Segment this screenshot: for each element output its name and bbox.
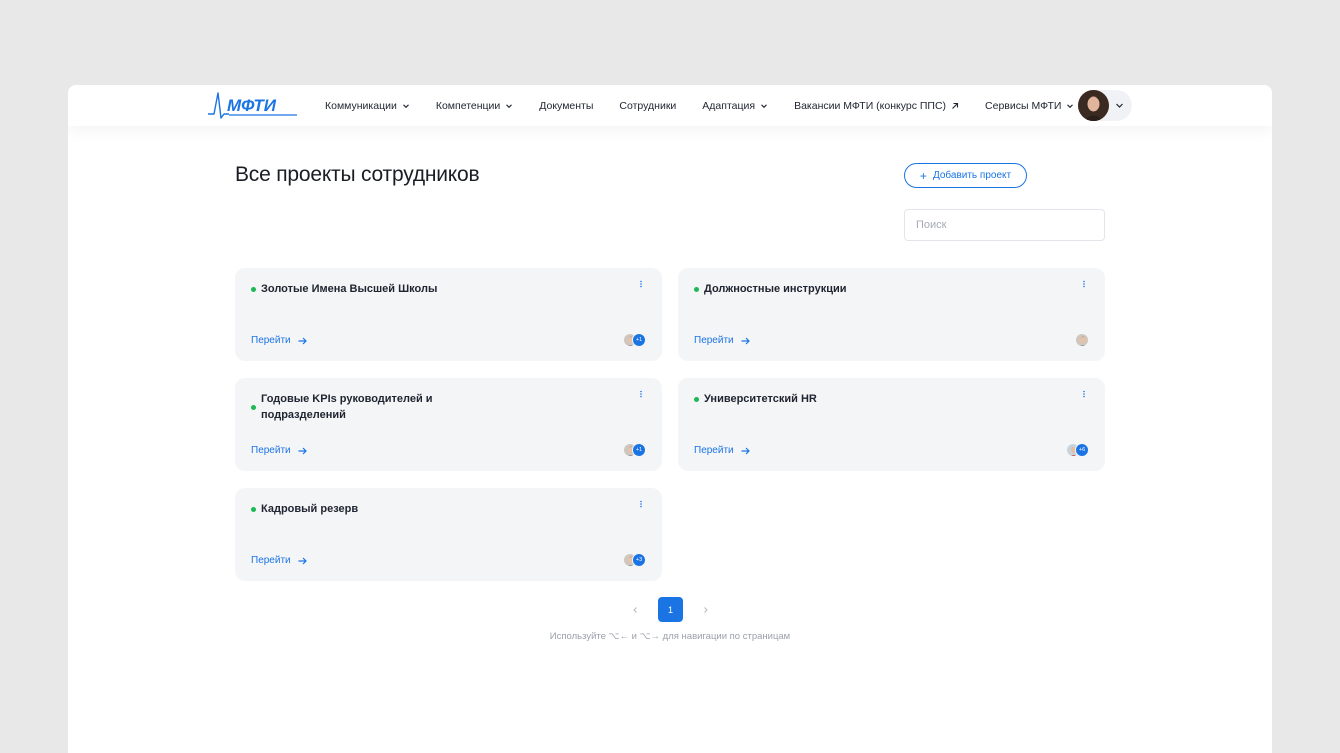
project-title: Золотые Имена Высшей Школы [261,283,438,295]
status-dot [251,507,256,512]
arrow-right-icon [298,337,307,344]
user-menu[interactable] [1078,90,1132,121]
more-vertical-icon[interactable] [1079,390,1089,400]
chevron-down-icon [402,103,409,108]
page-number-current[interactable]: 1 [658,597,683,622]
extra-members-count: +1 [632,443,646,457]
go-to-label: Перейти [694,335,734,346]
extra-members-count: +1 [632,333,646,347]
member-avatars[interactable]: +1 [623,443,646,457]
logo-text: МФТИ [227,96,277,115]
member-avatars[interactable]: +1 [623,333,646,347]
arrow-right-icon [741,447,750,454]
status-dot [251,405,256,410]
chevron-right-icon [704,606,708,613]
main-nav: Коммуникации Компетенции Документы Сотру… [325,85,1074,126]
project-title: Должностные инструкции [704,283,847,295]
go-to-label: Перейти [251,445,291,456]
project-title: Кадровый резерв [261,503,359,515]
plus-icon: + [919,168,927,183]
search-input[interactable] [904,209,1105,241]
pagination-hint: Используйте ⌥← и ⌥→ для навигации по стр… [549,631,791,642]
go-to-project-link[interactable]: Перейти [694,445,750,456]
arrow-right-icon [298,447,307,454]
chevron-down-icon [1067,103,1074,108]
chevron-left-icon [633,606,637,613]
nav-item-documents[interactable]: Документы [539,100,593,112]
chevron-down-icon [761,103,767,108]
nav-item-label: Документы [539,99,594,112]
top-navbar: МФТИ Коммуникации Компетенции Документы … [68,85,1272,126]
pagination: 1 [623,597,718,622]
nav-item-label: Адаптация [702,99,756,112]
nav-item-label: Вакансии МФТИ (конкурс ППС) [794,99,947,112]
chevron-down-icon [506,103,513,108]
nav-item-services[interactable]: Сервисы МФТИ [985,100,1074,112]
go-to-label: Перейти [694,445,734,456]
chevron-down-icon [1116,103,1123,108]
more-vertical-icon[interactable] [636,390,646,400]
prev-page-button[interactable] [623,598,647,622]
member-avatars[interactable] [1075,333,1089,347]
go-to-project-link[interactable]: Перейти [694,335,750,346]
add-project-button[interactable]: + Добавить проект [904,163,1027,188]
member-avatars[interactable]: +3 [623,553,646,567]
add-project-label: Добавить проект [932,170,1012,181]
project-card[interactable]: Золотые Имена Высшей Школы Перейти +1 [235,268,662,361]
go-to-project-link[interactable]: Перейти [251,555,307,566]
nav-item-adaptation[interactable]: Адаптация [702,100,768,112]
project-card[interactable]: Должностные инструкции Перейти [678,268,1105,361]
member-avatars[interactable]: +6 [1066,443,1089,457]
status-dot [694,397,699,402]
project-card[interactable]: Университетский HR Перейти +6 [678,378,1105,471]
user-avatar[interactable] [1078,90,1109,121]
more-vertical-icon[interactable] [636,500,646,510]
nav-item-label: Сотрудники [619,99,677,112]
mipt-logo[interactable]: МФТИ [207,91,299,119]
nav-item-vacancies[interactable]: Вакансии МФТИ (конкурс ППС) [794,100,959,112]
nav-item-label: Сервисы МФТИ [985,99,1062,112]
nav-item-competencies[interactable]: Компетенции [436,100,513,112]
status-dot [694,287,699,292]
extra-members-count: +6 [1075,443,1089,457]
extra-members-count: +3 [632,553,646,567]
go-to-label: Перейти [251,335,291,346]
nav-item-communications[interactable]: Коммуникации [325,100,410,112]
go-to-project-link[interactable]: Перейти [251,445,307,456]
page-title: Все проекты сотрудников [235,163,480,186]
project-title: Годовые KPIs руководителей и подразделен… [261,393,433,421]
project-card[interactable]: Годовые KPIs руководителей и подразделен… [235,378,662,471]
arrow-right-icon [298,557,307,564]
more-vertical-icon[interactable] [636,280,646,290]
next-page-button[interactable] [694,598,718,622]
go-to-label: Перейти [251,555,291,566]
app-frame: МФТИ Коммуникации Компетенции Документы … [68,85,1272,753]
external-arrow-icon [952,102,959,109]
nav-item-label: Коммуникации [325,99,397,112]
go-to-project-link[interactable]: Перейти [251,335,307,346]
project-title: Университетский HR [704,393,817,405]
arrow-right-icon [741,337,750,344]
more-vertical-icon[interactable] [1079,280,1089,290]
status-dot [251,287,256,292]
project-card[interactable]: Кадровый резерв Перейти +3 [235,488,662,581]
nav-item-label: Компетенции [435,99,501,112]
member-avatar [1075,333,1089,347]
nav-item-employees[interactable]: Сотрудники [619,100,676,112]
